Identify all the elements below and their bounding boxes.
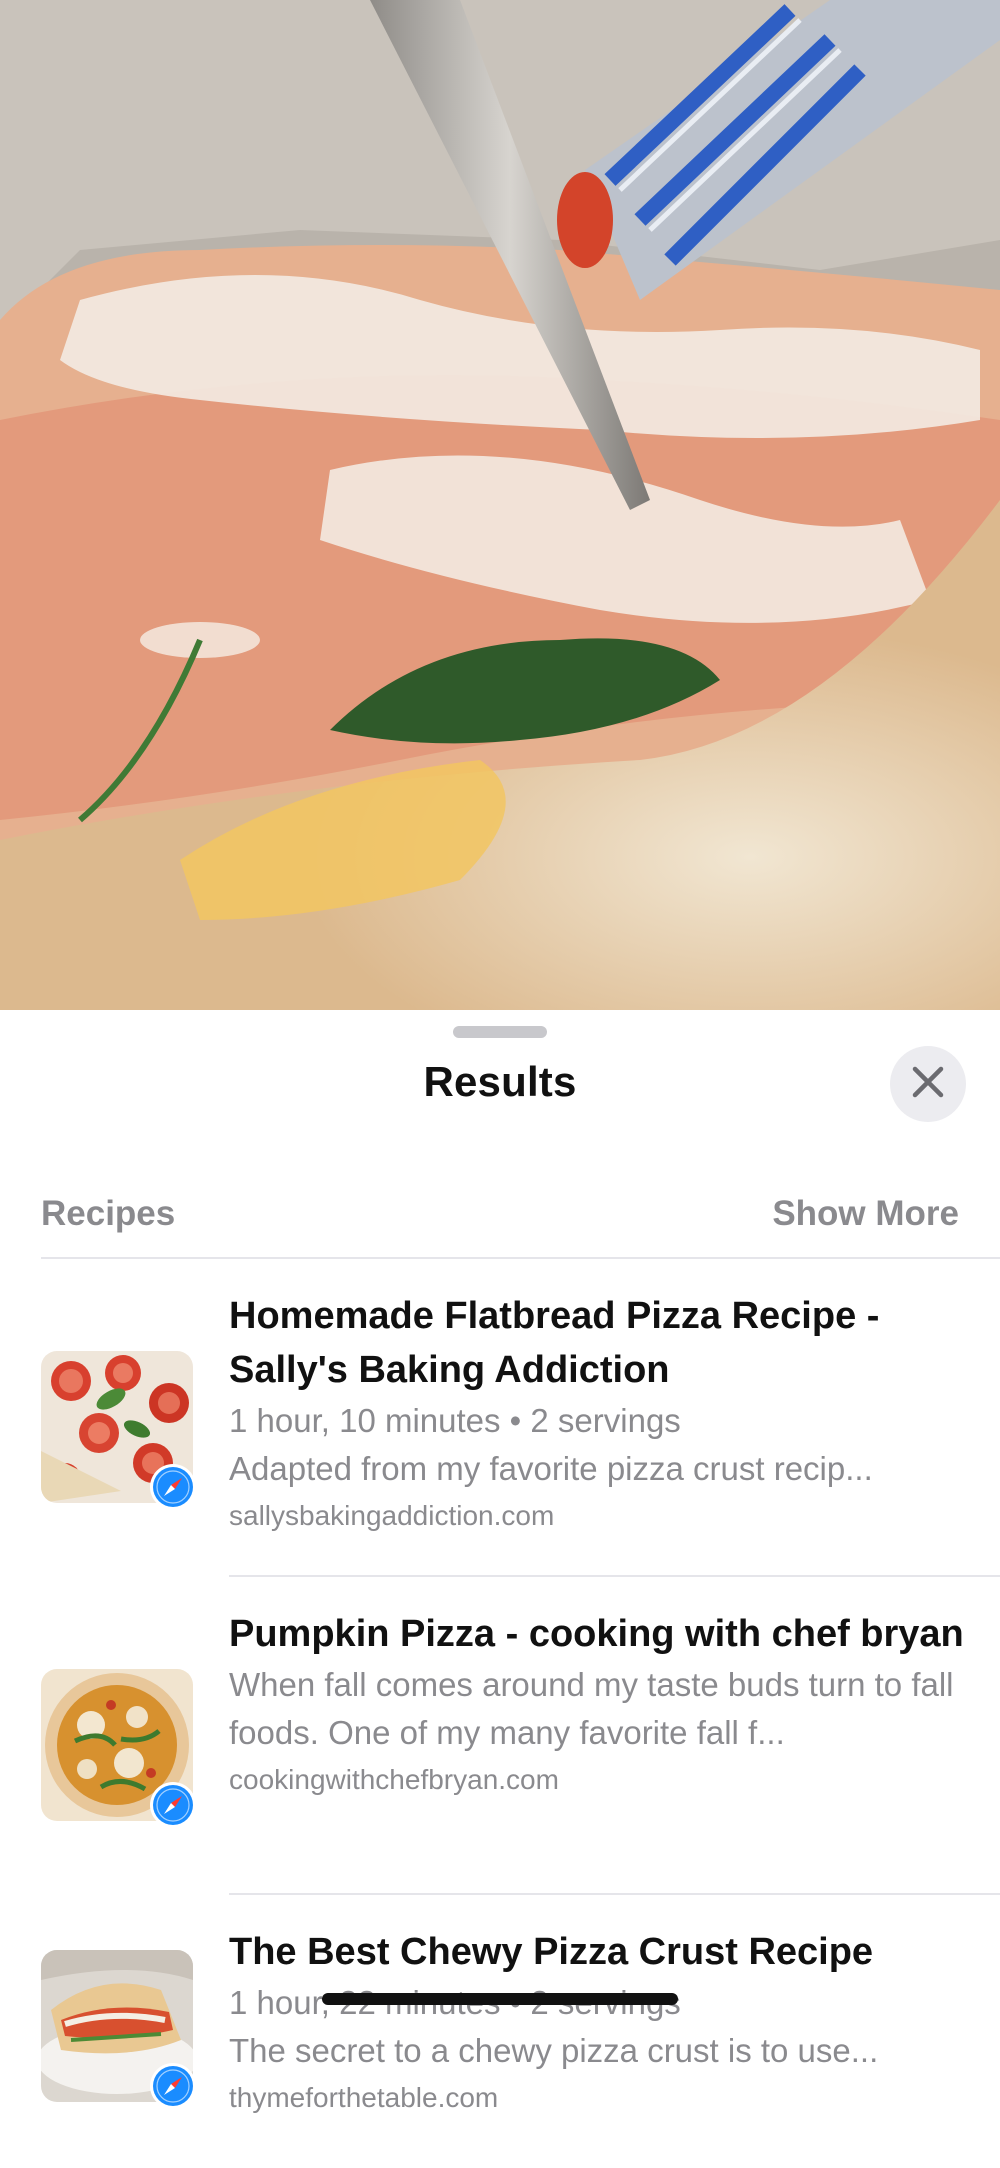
result-description: When fall comes around my taste buds tur… (229, 1666, 954, 1751)
sheet-title: Results (423, 1058, 577, 1105)
results-list: Homemade Flatbread Pizza Recipe - Sally'… (0, 1259, 1000, 2168)
xmark-icon (911, 1065, 945, 1104)
photo-preview (0, 0, 1000, 1010)
result-description: Adapted from my favorite pizza crust rec… (229, 1450, 873, 1487)
result-site: thymeforthetable.com (229, 2082, 499, 2113)
result-content: The Best Chewy Pizza Crust Recipe 1 hour… (229, 1925, 966, 2121)
show-more-button[interactable]: Show More (772, 1194, 959, 1234)
sheet-grabber[interactable] (453, 1026, 547, 1038)
result-title[interactable]: The Best Chewy Pizza Crust Recipe (229, 1925, 966, 1979)
safari-icon (150, 1782, 196, 1828)
result-site: cookingwithchefbryan.com (229, 1764, 559, 1795)
result-meta: 1 hour, 10 minutes • 2 servings (229, 1402, 681, 1439)
section-label: Recipes (41, 1194, 176, 1233)
result-content: Homemade Flatbread Pizza Recipe - Sally'… (229, 1289, 966, 1539)
recipes-section-header: Recipes Show More (41, 1194, 959, 1242)
result-content: Pumpkin Pizza - cooking with chef bryan … (229, 1607, 966, 1803)
result-row[interactable]: Homemade Flatbread Pizza Recipe - Sally'… (0, 1259, 1000, 1577)
result-row[interactable]: The Best Chewy Pizza Crust Recipe 1 hour… (0, 1895, 1000, 2168)
safari-icon (150, 1464, 196, 1510)
result-description: The secret to a chewy pizza crust is to … (229, 2032, 879, 2069)
safari-icon (150, 2063, 196, 2109)
close-button[interactable] (890, 1046, 966, 1122)
result-title[interactable]: Pumpkin Pizza - cooking with chef bryan (229, 1607, 966, 1661)
home-indicator[interactable] (322, 1993, 678, 2005)
result-row[interactable]: Pumpkin Pizza - cooking with chef bryan … (0, 1577, 1000, 1895)
result-title[interactable]: Homemade Flatbread Pizza Recipe - Sally'… (229, 1289, 966, 1397)
result-site: sallysbakingaddiction.com (229, 1500, 555, 1531)
